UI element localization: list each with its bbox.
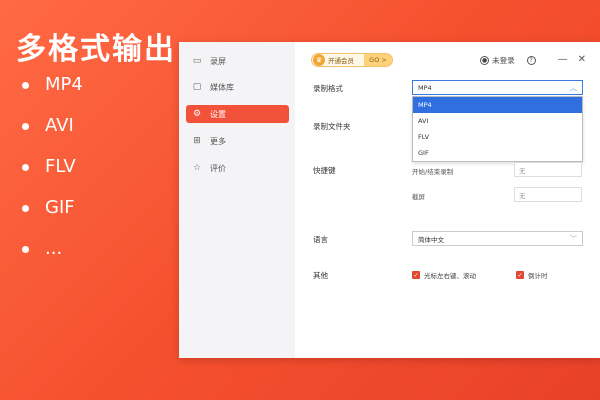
format-item: AVI (22, 113, 83, 154)
format-item: FLV (22, 154, 83, 195)
format-list: MP4 AVI FLV GIF ... (22, 72, 83, 277)
format-item: MP4 (22, 72, 83, 113)
login-button[interactable]: ● 未登录 (480, 55, 515, 66)
close-icon[interactable]: ✕ (578, 55, 586, 65)
folder-icon: ▢ (192, 82, 202, 92)
help-icon[interactable]: ? (526, 55, 536, 65)
checkbox-checked-icon: ✓ (516, 271, 524, 279)
grid-icon: ⊞ (193, 136, 201, 146)
cursor-option-checkbox[interactable]: ✓ 光标左右键、滚动 (412, 270, 476, 280)
hotkey-record-label: 开始/结束录制 (412, 168, 454, 176)
other-label: 其他 (313, 271, 328, 280)
sidebar-item-label: 录屏 (210, 56, 226, 66)
sidebar-item-more[interactable]: ⊞ 更多 (186, 132, 289, 150)
format-item: GIF (22, 195, 83, 236)
settings-icon: ⚙ (192, 109, 202, 119)
hotkey-record-input[interactable]: 无 (514, 162, 582, 177)
sidebar-item-media[interactable]: ▢ 媒体库 (186, 78, 289, 96)
promo-title: 多格式输出 (16, 32, 176, 67)
format-item: ... (22, 236, 83, 277)
countdown-option-label: 倒计时 (528, 272, 548, 280)
format-select[interactable]: MP4 ︿ (412, 80, 583, 95)
sidebar-item-settings[interactable]: ⚙ 设置 (186, 105, 289, 123)
dropdown-option-mp4[interactable]: MP4 (413, 97, 582, 113)
bullet-icon (22, 246, 29, 253)
dropdown-option-gif[interactable]: GIF (413, 145, 582, 161)
video-icon: ▭ (192, 56, 202, 66)
user-icon: ● (480, 55, 490, 65)
sidebar-item-record[interactable]: ▭ 录屏 (186, 52, 289, 70)
bullet-icon (22, 123, 29, 130)
app-window: ▭ 录屏 ▢ 媒体库 ⚙ 设置 ⊞ 更多 ☆ 评价 ♛ 开通会员 GO > ● … (179, 42, 600, 358)
sidebar-item-label: 媒体库 (210, 82, 234, 92)
vip-label: 开通会员 (328, 57, 354, 65)
dropdown-option-flv[interactable]: FLV (413, 129, 582, 145)
crown-icon: ♛ (313, 54, 325, 66)
hotkey-label: 快捷键 (313, 166, 336, 175)
cursor-option-label: 光标左右键、滚动 (424, 272, 476, 280)
sidebar-item-label: 更多 (210, 136, 226, 146)
chevron-down-icon: ﹀ (570, 235, 577, 243)
countdown-option-checkbox[interactable]: ✓ 倒计时 (516, 270, 548, 280)
bullet-icon (22, 82, 29, 89)
bullet-icon (22, 164, 29, 171)
star-icon: ☆ (192, 163, 202, 173)
chevron-up-icon: ︿ (570, 84, 577, 92)
topbar-controls: ● 未登录 ? — ✕ (480, 53, 586, 67)
minimize-icon[interactable]: — (558, 55, 568, 65)
bullet-icon (22, 205, 29, 212)
hotkey-screenshot-input[interactable]: 无 (514, 187, 582, 202)
language-select[interactable]: 简体中文 ﹀ (412, 231, 583, 246)
sidebar: ▭ 录屏 ▢ 媒体库 ⚙ 设置 ⊞ 更多 ☆ 评价 (179, 42, 295, 358)
login-label: 未登录 (492, 55, 515, 65)
sidebar-item-label: 评价 (210, 163, 226, 173)
vip-button[interactable]: ♛ 开通会员 GO > (311, 53, 393, 67)
hotkey-screenshot-label: 截屏 (412, 193, 425, 201)
language-label: 语言 (313, 235, 328, 244)
format-label: 录制格式 (313, 84, 343, 93)
format-dropdown: MP4 AVI FLV GIF (412, 96, 583, 162)
sidebar-item-rate[interactable]: ☆ 评价 (186, 159, 289, 177)
dropdown-option-avi[interactable]: AVI (413, 113, 582, 129)
sidebar-item-label: 设置 (210, 109, 226, 119)
format-value: MP4 (418, 83, 432, 92)
vip-go: GO > (364, 54, 392, 66)
folder-label: 录制文件夹 (313, 122, 351, 131)
checkbox-checked-icon: ✓ (412, 271, 420, 279)
language-value: 简体中文 (418, 235, 444, 244)
